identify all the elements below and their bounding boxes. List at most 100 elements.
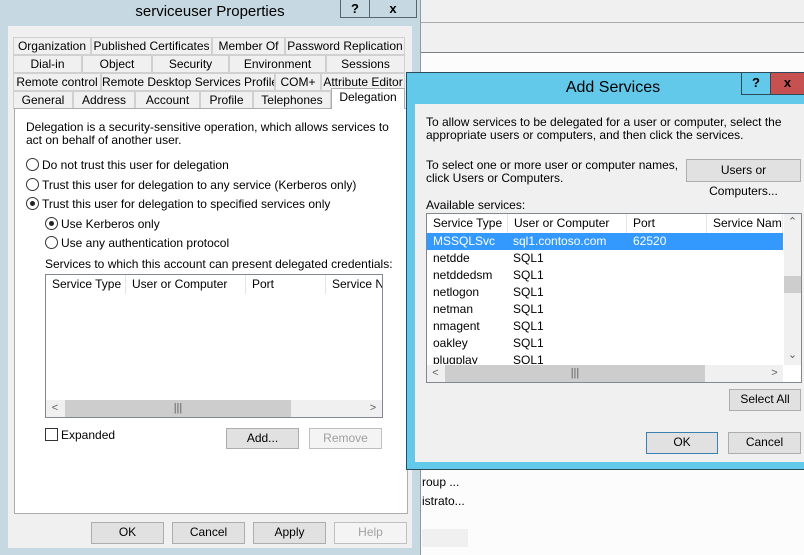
tab-object[interactable]: Object xyxy=(82,55,152,73)
column-header[interactable]: User or Computer xyxy=(126,275,246,294)
cell-type: netdde xyxy=(433,251,470,265)
tab-account[interactable]: Account xyxy=(135,91,200,109)
scroll-up-icon[interactable]: ⌃ xyxy=(784,214,801,230)
radio-trust-any[interactable] xyxy=(26,178,39,191)
list-item[interactable]: netman SQL1 xyxy=(427,301,783,318)
tab-published-certificates[interactable]: Published Certificates xyxy=(91,37,212,55)
radio-label[interactable]: Trust this user for delegation to specif… xyxy=(42,197,330,211)
tab-telephones[interactable]: Telephones xyxy=(253,91,331,109)
radio-label[interactable]: Use any authentication protocol xyxy=(61,236,229,250)
column-header[interactable]: User or Computer xyxy=(508,214,627,233)
radio-label[interactable]: Trust this user for delegation to any se… xyxy=(42,178,356,192)
list-item[interactable]: MSSQLSvc sql1.contoso.com 62520 xyxy=(427,233,783,250)
help-button[interactable]: ? xyxy=(340,0,370,18)
ok-button[interactable]: OK xyxy=(646,432,718,454)
tab-password-replication[interactable]: Password Replication xyxy=(285,37,405,55)
help-button[interactable]: ? xyxy=(741,73,771,95)
cell-type: MSSQLSvc xyxy=(433,234,496,248)
column-header[interactable]: Service Name xyxy=(707,214,783,233)
list-item[interactable]: nmagent SQL1 xyxy=(427,318,783,335)
tab-sessions[interactable]: Sessions xyxy=(326,55,405,73)
tab-com-[interactable]: COM+ xyxy=(275,73,321,91)
add-button[interactable]: Add... xyxy=(226,428,299,449)
cell-user: SQL1 xyxy=(513,268,544,282)
tab-remote-desktop-services-profile[interactable]: Remote Desktop Services Profile xyxy=(101,73,275,91)
background-list-item[interactable]: roup ... xyxy=(422,475,459,489)
list-item[interactable]: oakley SQL1 xyxy=(427,335,783,352)
intro-text: To allow services to be delegated for a … xyxy=(426,115,782,142)
cell-type: oakley xyxy=(433,336,468,350)
background-list-item[interactable]: istrato... xyxy=(422,494,465,508)
cell-type: netddedsm xyxy=(433,268,493,282)
cell-type: netman xyxy=(433,302,474,316)
dialog-client: To allow services to be delegated for a … xyxy=(415,104,804,462)
radio-do-not-trust[interactable] xyxy=(26,158,39,171)
vertical-scrollbar[interactable]: ⌃ ⌄ xyxy=(784,214,801,365)
column-header[interactable]: Port xyxy=(627,214,707,233)
ok-button[interactable]: OK xyxy=(91,522,164,544)
apply-button[interactable]: Apply xyxy=(253,522,326,544)
users-or-computers-button[interactable]: Users or Computers... xyxy=(686,159,801,198)
add-services-dialog: Add Services ? x To allow services to be… xyxy=(406,72,804,470)
list-item[interactable]: netddedsm SQL1 xyxy=(427,267,783,284)
tab-dial-in[interactable]: Dial-in xyxy=(13,55,82,73)
list-rows: MSSQLSvc sql1.contoso.com 62520 netdde SQL1 n… xyxy=(427,233,783,364)
remove-button[interactable]: Remove xyxy=(309,428,382,449)
cell-user: SQL1 xyxy=(513,336,544,350)
cell-user: SQL1 xyxy=(513,353,544,364)
scroll-left-icon[interactable]: < xyxy=(46,400,64,416)
select-text: To select one or more user or computer n… xyxy=(426,158,679,185)
expanded-checkbox[interactable] xyxy=(45,428,58,441)
column-header[interactable]: Service Type xyxy=(427,214,508,233)
radio-trust-specified[interactable] xyxy=(26,197,39,210)
cell-type: netlogon xyxy=(433,285,480,299)
cancel-button[interactable]: Cancel xyxy=(172,522,245,544)
scroll-right-icon[interactable]: > xyxy=(766,365,783,381)
scroll-left-icon[interactable]: < xyxy=(427,365,444,381)
scroll-thumb[interactable] xyxy=(784,276,801,293)
scroll-thumb[interactable]: ||| xyxy=(65,400,291,417)
cancel-button[interactable]: Cancel xyxy=(728,432,801,454)
tab-profile[interactable]: Profile xyxy=(200,91,253,109)
help-text-button[interactable]: Help xyxy=(334,522,407,544)
horizontal-scrollbar[interactable]: < ||| > xyxy=(46,400,382,417)
list-item[interactable]: netlogon SQL1 xyxy=(427,284,783,301)
tab-general[interactable]: General xyxy=(13,91,73,109)
select-all-button[interactable]: Select All xyxy=(729,389,801,411)
tab-delegation[interactable]: Delegation xyxy=(331,88,405,109)
list-item[interactable]: netdde SQL1 xyxy=(427,250,783,267)
radio-label[interactable]: Do not trust this user for delegation xyxy=(42,158,229,172)
tab-address[interactable]: Address xyxy=(73,91,135,109)
background-button[interactable] xyxy=(422,529,468,547)
available-services-list[interactable]: Service Type User or Computer Port Servi… xyxy=(426,213,802,383)
close-button[interactable]: x xyxy=(369,0,417,18)
cell-user: SQL1 xyxy=(513,319,544,333)
radio-label[interactable]: Use Kerberos only xyxy=(61,217,160,231)
column-header[interactable]: Port xyxy=(246,275,326,294)
cell-user: SQL1 xyxy=(513,285,544,299)
cell-port: 62520 xyxy=(633,234,667,248)
cell-type: plugplay xyxy=(433,353,478,364)
column-header[interactable]: Service Type xyxy=(46,275,126,294)
tab-environment[interactable]: Environment xyxy=(229,55,326,73)
scroll-right-icon[interactable]: > xyxy=(364,400,382,416)
scroll-thumb[interactable]: ||| xyxy=(445,365,705,382)
close-button[interactable]: x xyxy=(770,73,804,95)
cell-user: SQL1 xyxy=(513,251,544,265)
expanded-label[interactable]: Expanded xyxy=(61,428,115,442)
radio-any-protocol[interactable] xyxy=(45,236,58,249)
radio-kerberos-only[interactable] xyxy=(45,217,58,230)
tab-organization[interactable]: Organization xyxy=(13,37,91,55)
horizontal-scrollbar[interactable]: < ||| > xyxy=(427,365,783,382)
delegated-services-list[interactable]: Service Type User or Computer Port Servi… xyxy=(45,274,383,418)
scroll-down-icon[interactable]: ⌄ xyxy=(784,347,801,363)
properties-window: serviceuser Properties ? x Organization P… xyxy=(0,0,421,555)
cell-user: SQL1 xyxy=(513,302,544,316)
list-item[interactable]: plugplay SQL1 xyxy=(427,352,783,364)
tab-security[interactable]: Security xyxy=(152,55,229,73)
available-services-label: Available services: xyxy=(426,198,526,212)
tab-member-of[interactable]: Member Of xyxy=(212,37,285,55)
tab-remote-control[interactable]: Remote control xyxy=(13,73,101,91)
column-header[interactable]: Service Na xyxy=(326,275,382,294)
cell-type: nmagent xyxy=(433,319,480,333)
